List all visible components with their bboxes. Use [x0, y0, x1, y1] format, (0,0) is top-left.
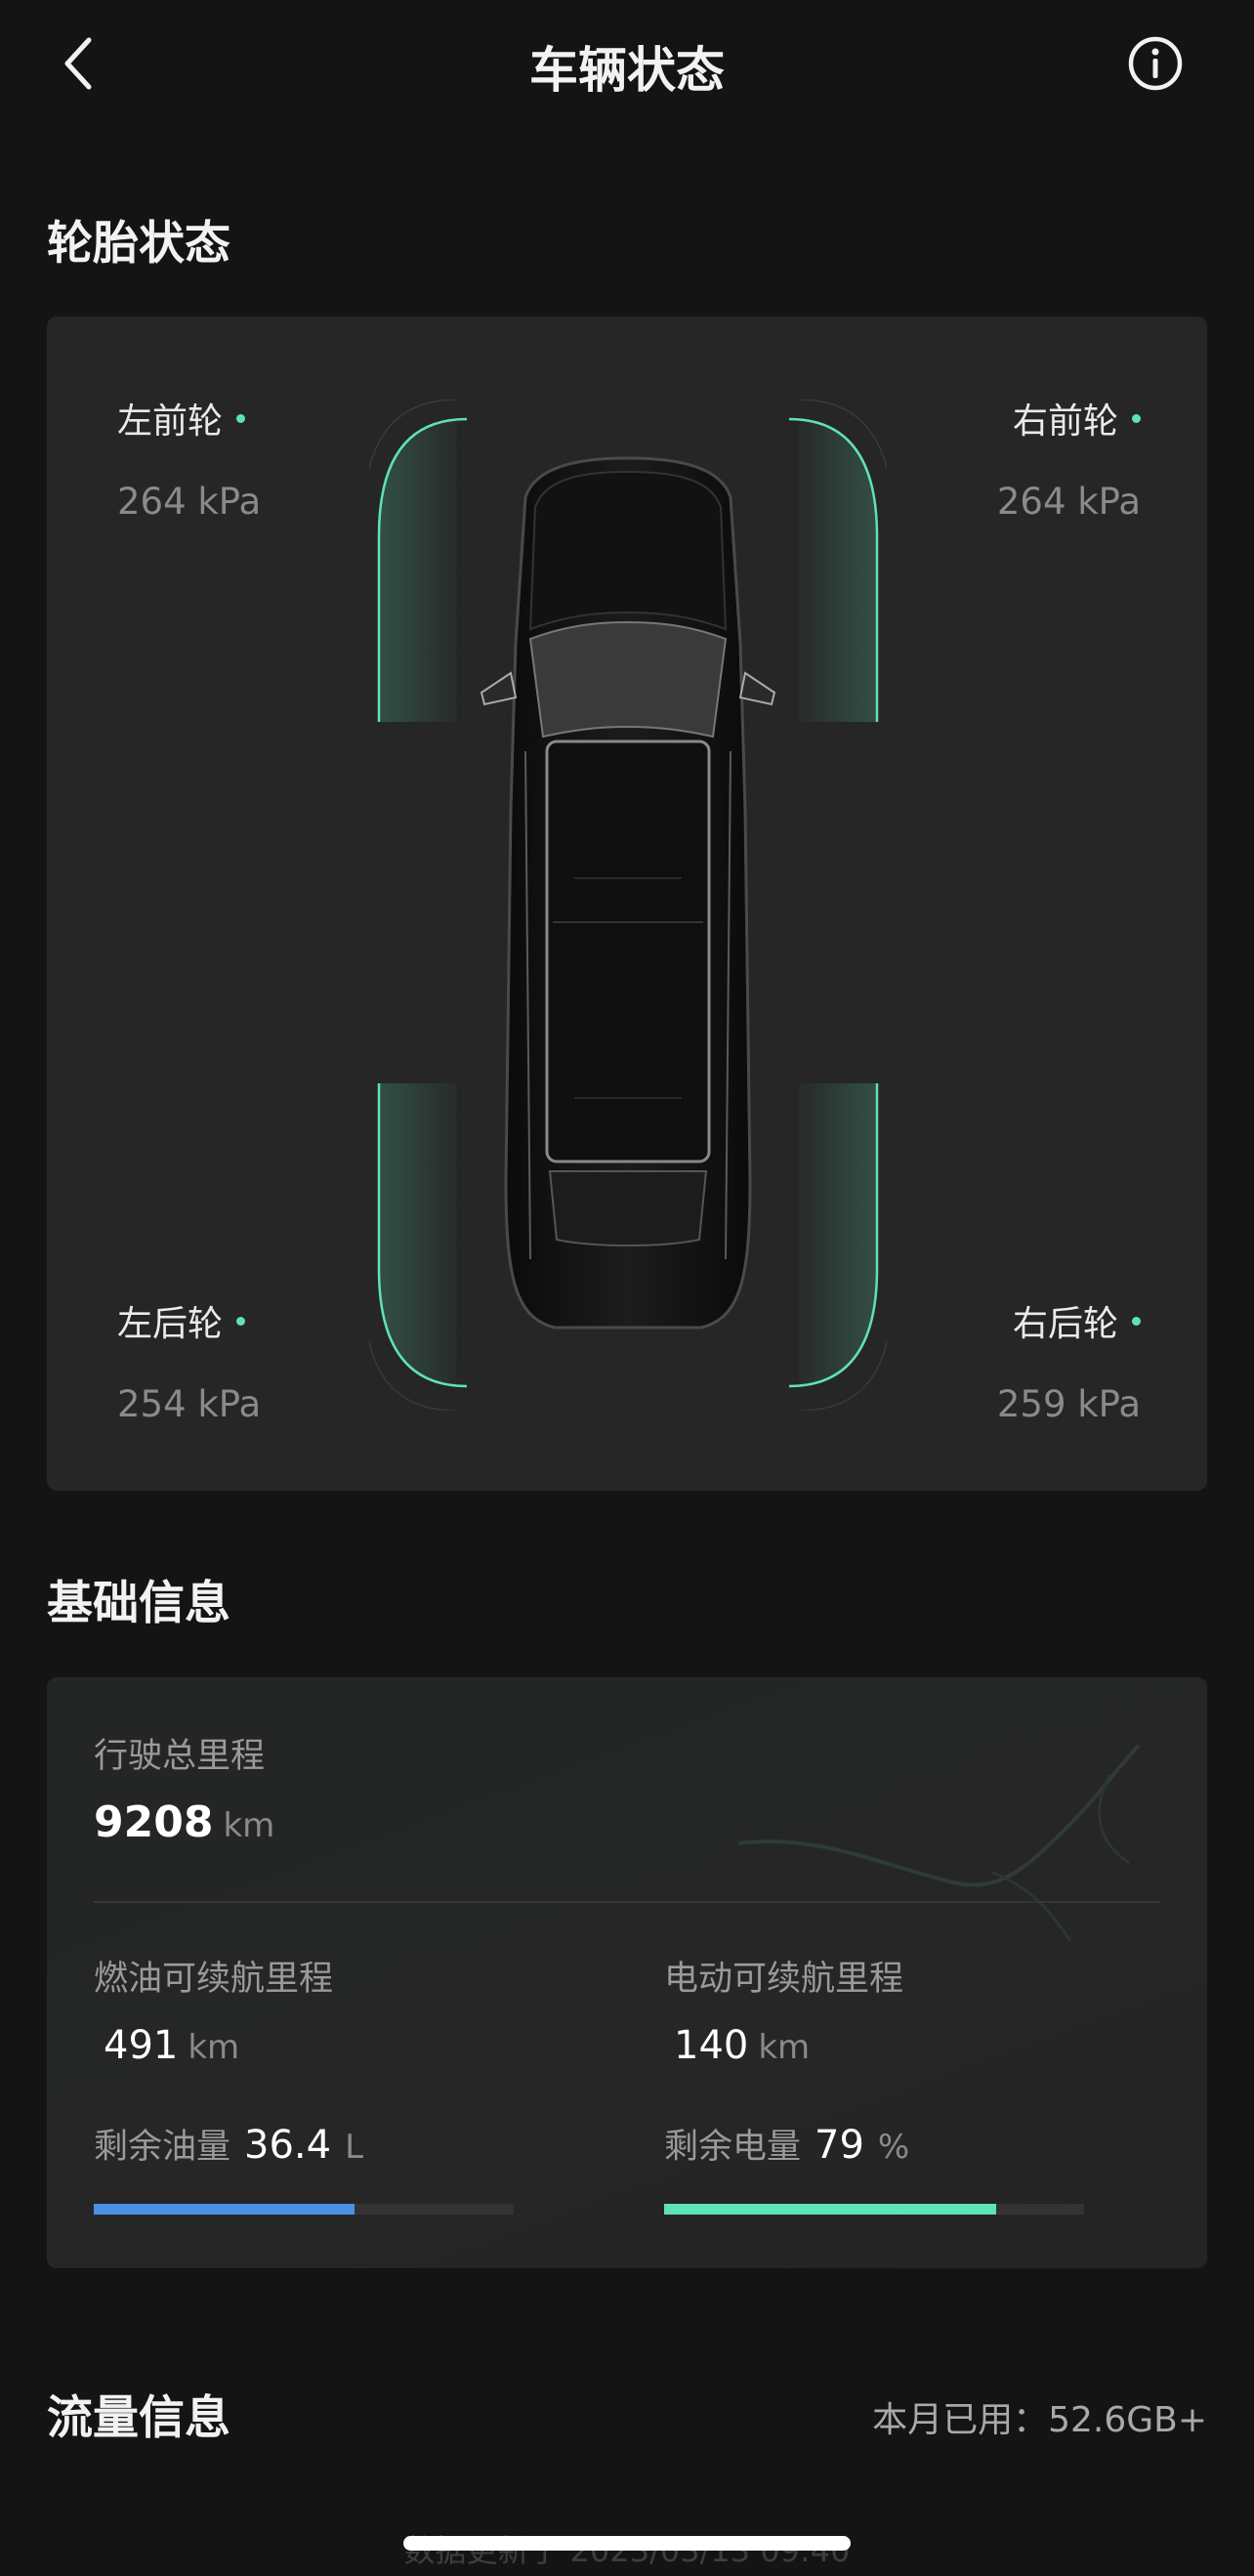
fuel-range-value: 491 km — [104, 2023, 239, 2068]
battery-remaining: 剩余电量 79 % — [664, 2119, 909, 2169]
fuel-range-unit: km — [188, 2028, 240, 2067]
tire-front-right: 右前轮 264 kPa — [997, 393, 1141, 523]
tire-label: 左后轮 — [117, 1304, 224, 1344]
electric-range-number: 140 — [674, 2023, 749, 2068]
info-button[interactable] — [1127, 35, 1184, 92]
basic-info-card[interactable]: 行驶总里程 9208 km 燃油可续航里程 491 km 电动可续航里程 140 km… — [47, 1677, 1207, 2268]
traffic-section-title: 流量信息 — [47, 2391, 230, 2445]
basic-section-title: 基础信息 — [47, 1577, 230, 1630]
status-dot-icon — [236, 413, 246, 423]
status-dot-icon — [1132, 413, 1141, 423]
tire-rear-left: 左后轮 254 kPa — [117, 1295, 261, 1425]
tire-pressure: 264 kPa — [996, 481, 1141, 523]
tire-rear-right: 右后轮 259 kPa — [997, 1295, 1141, 1425]
status-dot-icon — [236, 1316, 246, 1326]
divider — [94, 1901, 1160, 1903]
tire-pressure: 259 kPa — [996, 1383, 1141, 1425]
tire-status-card[interactable]: 左前轮 264 kPa 右前轮 264 kPa 左后轮 254 kPa 右后轮 … — [47, 317, 1207, 1491]
total-mileage-value: 9208 km — [94, 1797, 274, 1847]
tire-front-left: 左前轮 264 kPa — [117, 393, 261, 523]
battery-level-bar — [664, 2204, 1084, 2215]
car-top-view-image — [369, 400, 887, 1411]
nav-bar: 车辆状态 — [0, 0, 1254, 132]
traffic-usage[interactable]: 本月已用：52.6GB+ — [872, 2391, 1207, 2442]
tire-label: 右后轮 — [1012, 1304, 1118, 1344]
tire-label: 左前轮 — [117, 401, 224, 442]
tire-label: 右前轮 — [1012, 401, 1118, 442]
info-icon — [1128, 36, 1183, 91]
battery-level-fill — [664, 2204, 996, 2215]
map-decoration-image — [738, 1744, 1141, 1941]
fuel-level-fill — [94, 2204, 355, 2215]
electric-range-label: 电动可续航里程 — [664, 1960, 904, 1999]
fuel-range-label: 燃油可续航里程 — [94, 1960, 334, 1999]
fuel-range-number: 491 — [104, 2023, 179, 2068]
tire-pressure: 254 kPa — [117, 1383, 262, 1425]
page-title: 车辆状态 — [529, 42, 725, 99]
electric-range-unit: km — [758, 2028, 811, 2067]
fuel-remaining-unit: L — [345, 2128, 364, 2167]
home-indicator[interactable] — [403, 2536, 851, 2551]
fuel-remaining: 剩余油量 36.4 L — [94, 2119, 363, 2169]
fuel-remaining-value: 36.4 — [244, 2123, 332, 2168]
tire-pressure: 264 kPa — [117, 481, 262, 523]
fuel-level-bar — [94, 2204, 514, 2215]
battery-remaining-unit: % — [877, 2128, 910, 2167]
status-dot-icon — [1132, 1316, 1141, 1326]
fuel-remaining-label: 剩余油量 — [94, 2128, 231, 2167]
tire-section-title: 轮胎状态 — [47, 217, 230, 271]
battery-remaining-label: 剩余电量 — [664, 2128, 802, 2167]
mileage-unit: km — [223, 1806, 275, 1845]
electric-range-value: 140 km — [674, 2023, 810, 2068]
total-mileage-label: 行驶总里程 — [94, 1737, 266, 1776]
battery-remaining-value: 79 — [815, 2123, 864, 2168]
mileage-number: 9208 — [94, 1797, 214, 1847]
